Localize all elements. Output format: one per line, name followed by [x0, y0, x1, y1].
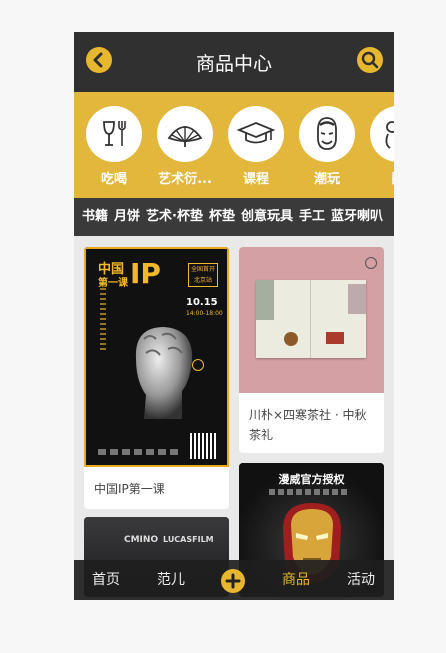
tag-item[interactable]: 创意玩具 [238, 198, 296, 236]
graduation-cap-icon [236, 122, 276, 144]
poster-title-line1: 中国 [98, 262, 125, 277]
nav-home[interactable]: 首页 [92, 560, 120, 600]
category-label: 配 [363, 168, 394, 187]
tea-box-image [256, 280, 366, 358]
nav-events[interactable]: 活动 [347, 560, 375, 600]
ring-icon [385, 121, 394, 149]
category-item[interactable]: 课程 [228, 106, 284, 187]
product-image: 中国 第一课 IP 全国首开 北京站 10.15 14:00-18:00 [84, 247, 229, 467]
plus-icon [225, 573, 241, 589]
banner-text: 漫威官方授权 [278, 473, 345, 486]
fan-icon [167, 126, 203, 147]
wine-fork-icon [103, 121, 126, 146]
category-label: 潮玩 [313, 172, 340, 187]
category-item[interactable]: 艺术衍... [157, 106, 213, 187]
poster-date: 10.15 [186, 297, 218, 308]
poster-ip-text: IP [130, 257, 161, 290]
product-card[interactable]: 川朴×四寒茶社 · 中秋茶礼 [239, 247, 384, 453]
category-label: 艺术衍... [158, 172, 212, 187]
back-button[interactable] [86, 47, 112, 73]
category-item[interactable]: 配 [370, 106, 394, 187]
tag-item[interactable]: 手工 [296, 198, 328, 236]
tag-item[interactable]: 蓝牙喇叭 [328, 198, 386, 236]
page-title: 商品中心 [195, 53, 272, 75]
poster-time: 14:00-18:00 [186, 310, 223, 317]
product-image [239, 247, 384, 393]
tag-item[interactable]: 月饼 [111, 198, 143, 236]
bottom-nav: 首页 范儿 商品 活动 [74, 560, 394, 600]
play-icon [192, 359, 204, 371]
tag-item[interactable]: 杯垫 [206, 198, 238, 236]
add-button[interactable] [221, 569, 245, 593]
poster-badge-line2: 北京站 [193, 277, 212, 284]
product-card[interactable]: 中国 第一课 IP 全国首开 北京站 10.15 14:00-18:00 中国I… [84, 247, 229, 509]
search-icon [361, 51, 379, 69]
brand-logo-lucasfilm: LUCASFILM [163, 535, 214, 544]
nav-products[interactable]: 商品 [282, 560, 310, 600]
search-button[interactable] [357, 47, 383, 73]
category-label: 吃喝 [100, 172, 127, 187]
top-bar: 商品中心 [74, 32, 394, 92]
tag-item[interactable]: 艺术·杯垫 [143, 198, 206, 236]
poster-badge: 全国首开 北京站 [188, 263, 218, 287]
banner-subtext [269, 489, 349, 495]
category-strip: 吃喝 艺术衍... 课程 潮玩 [74, 92, 394, 198]
product-caption: 中国IP第一课 [94, 482, 165, 496]
poster-text-column [100, 283, 106, 353]
tag-item[interactable]: 书籍 [74, 198, 111, 236]
brand-logo-cmino: CMINO [124, 535, 159, 545]
brand-seal [365, 257, 377, 269]
category-item[interactable]: 潮玩 [299, 106, 355, 187]
qr-code-image [190, 433, 216, 459]
poster-badge-line1: 全国首开 [190, 266, 215, 273]
category-item[interactable]: 吃喝 [86, 106, 142, 187]
sponsor-logos [98, 449, 178, 455]
app-screen: 商品中心 吃喝 艺术衍... 课程 潮玩 书籍 月饼 艺术·杯垫 杯垫 创意玩具… [74, 32, 394, 600]
tag-bar: 书籍 月饼 艺术·杯垫 杯垫 创意玩具 手工 蓝牙喇叭 [74, 198, 394, 236]
mask-face-icon [317, 117, 337, 150]
category-label: 课程 [242, 172, 269, 187]
chevron-left-icon [93, 52, 103, 68]
nav-fanr[interactable]: 范儿 [157, 560, 185, 600]
product-caption: 川朴×四寒茶社 · 中秋茶礼 [249, 408, 367, 442]
sculpture-head-image [135, 327, 193, 419]
